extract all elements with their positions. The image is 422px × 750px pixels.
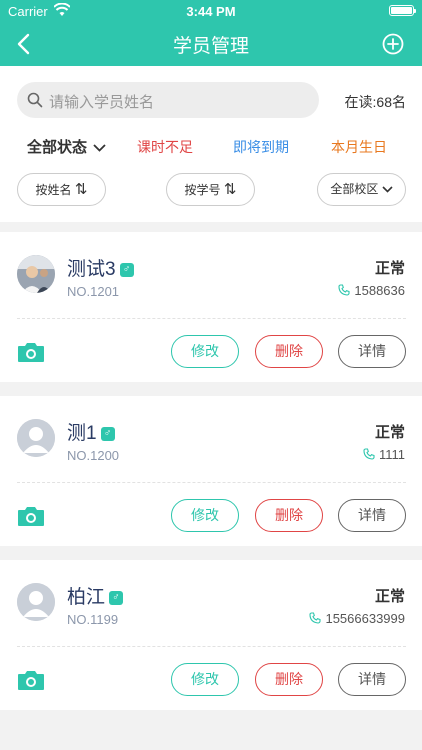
- delete-button[interactable]: 删除: [255, 335, 323, 368]
- search-icon: [27, 92, 43, 108]
- filter-birthday[interactable]: 本月生日: [331, 137, 387, 157]
- student-card: 测试3 ♂ NO.1201 正常 1588636 修改 删除 详情: [0, 232, 422, 382]
- search-input[interactable]: 请输入学员姓名: [17, 82, 319, 118]
- student-phone[interactable]: 1111: [363, 447, 405, 462]
- page-title: 学员管理: [172, 36, 249, 57]
- sort-by-name-label: 按姓名: [35, 183, 72, 197]
- filter-low-hours[interactable]: 课时不足: [137, 137, 193, 157]
- student-number: NO.1199: [67, 612, 119, 627]
- camera-icon[interactable]: [17, 505, 45, 527]
- navigation-bar: Carrier 3:44 PM 学员管理: [0, 0, 422, 66]
- student-name-text: 测1: [67, 423, 97, 444]
- delete-button[interactable]: 删除: [255, 663, 323, 696]
- detail-button[interactable]: 详情: [338, 335, 406, 368]
- edit-button[interactable]: 修改: [171, 335, 239, 368]
- status-filter-dropdown[interactable]: 全部状态: [27, 136, 106, 157]
- chevron-down-icon: [382, 186, 393, 193]
- sort-icon: ⇅: [223, 181, 237, 198]
- campus-dropdown[interactable]: 全部校区: [317, 173, 406, 206]
- edit-button[interactable]: 修改: [171, 663, 239, 696]
- student-number: NO.1200: [67, 448, 120, 463]
- male-icon: ♂: [109, 590, 124, 605]
- default-avatar-icon: [17, 419, 55, 457]
- student-status: 正常: [374, 588, 405, 605]
- campus-label: 全部校区: [330, 182, 379, 196]
- battery-icon: [389, 5, 416, 16]
- default-avatar-icon: [17, 583, 55, 621]
- sort-by-name-button[interactable]: 按姓名 ⇅: [17, 173, 106, 206]
- phone-icon: [363, 448, 375, 460]
- sort-by-id-button[interactable]: 按学号 ⇅: [166, 173, 255, 206]
- camera-icon[interactable]: [17, 669, 45, 691]
- student-phone[interactable]: 15566633999: [309, 611, 405, 626]
- student-name-text: 测试3: [67, 259, 116, 280]
- male-icon: ♂: [119, 262, 134, 277]
- phone-icon: [309, 612, 322, 624]
- student-name: 测1 ♂: [67, 418, 115, 445]
- avatar: [17, 583, 55, 621]
- student-phone[interactable]: 1588636: [338, 283, 405, 298]
- student-status: 正常: [374, 424, 405, 441]
- avatar: [17, 419, 55, 457]
- student-name: 柏江 ♂: [67, 582, 124, 609]
- student-phone-text: 15566633999: [325, 611, 405, 626]
- detail-button[interactable]: 详情: [338, 499, 406, 532]
- detail-button[interactable]: 详情: [338, 663, 406, 696]
- delete-button[interactable]: 删除: [255, 499, 323, 532]
- student-name-text: 柏江: [67, 587, 106, 608]
- student-name: 测试3 ♂: [67, 254, 134, 281]
- filter-panel: 请输入学员姓名 在读:68名 全部状态 课时不足 即将到期 本月生日 按姓名 ⇅…: [0, 66, 422, 222]
- edit-button[interactable]: 修改: [171, 499, 239, 532]
- student-number: NO.1201: [67, 284, 120, 299]
- student-status: 正常: [374, 260, 405, 277]
- student-phone-text: 1111: [378, 447, 405, 462]
- male-icon: ♂: [100, 426, 115, 441]
- filter-expiring[interactable]: 即将到期: [233, 137, 289, 157]
- divider: [17, 646, 406, 647]
- student-card: 测1 ♂ NO.1200 正常 1111 修改 删除 详情: [0, 396, 422, 546]
- status-filter-label: 全部状态: [27, 139, 88, 156]
- avatar: [17, 255, 55, 293]
- divider: [17, 482, 406, 483]
- student-card: 柏江 ♂ NO.1199 正常 15566633999 修改 删除 详情: [0, 560, 422, 710]
- camera-icon[interactable]: [17, 341, 45, 363]
- reading-count: 在读:68名: [344, 94, 406, 110]
- add-icon[interactable]: [382, 33, 404, 55]
- chevron-down-icon: [93, 144, 106, 152]
- divider: [17, 318, 406, 319]
- status-bar: Carrier 3:44 PM: [0, 0, 422, 22]
- search-placeholder: 请输入学员姓名: [49, 94, 155, 111]
- sort-icon: ⇅: [74, 181, 88, 198]
- sort-by-id-label: 按学号: [184, 183, 221, 197]
- student-phone-text: 1588636: [354, 283, 405, 298]
- student-photo: [17, 255, 55, 293]
- status-time: 3:44 PM: [186, 4, 236, 19]
- phone-icon: [338, 284, 350, 296]
